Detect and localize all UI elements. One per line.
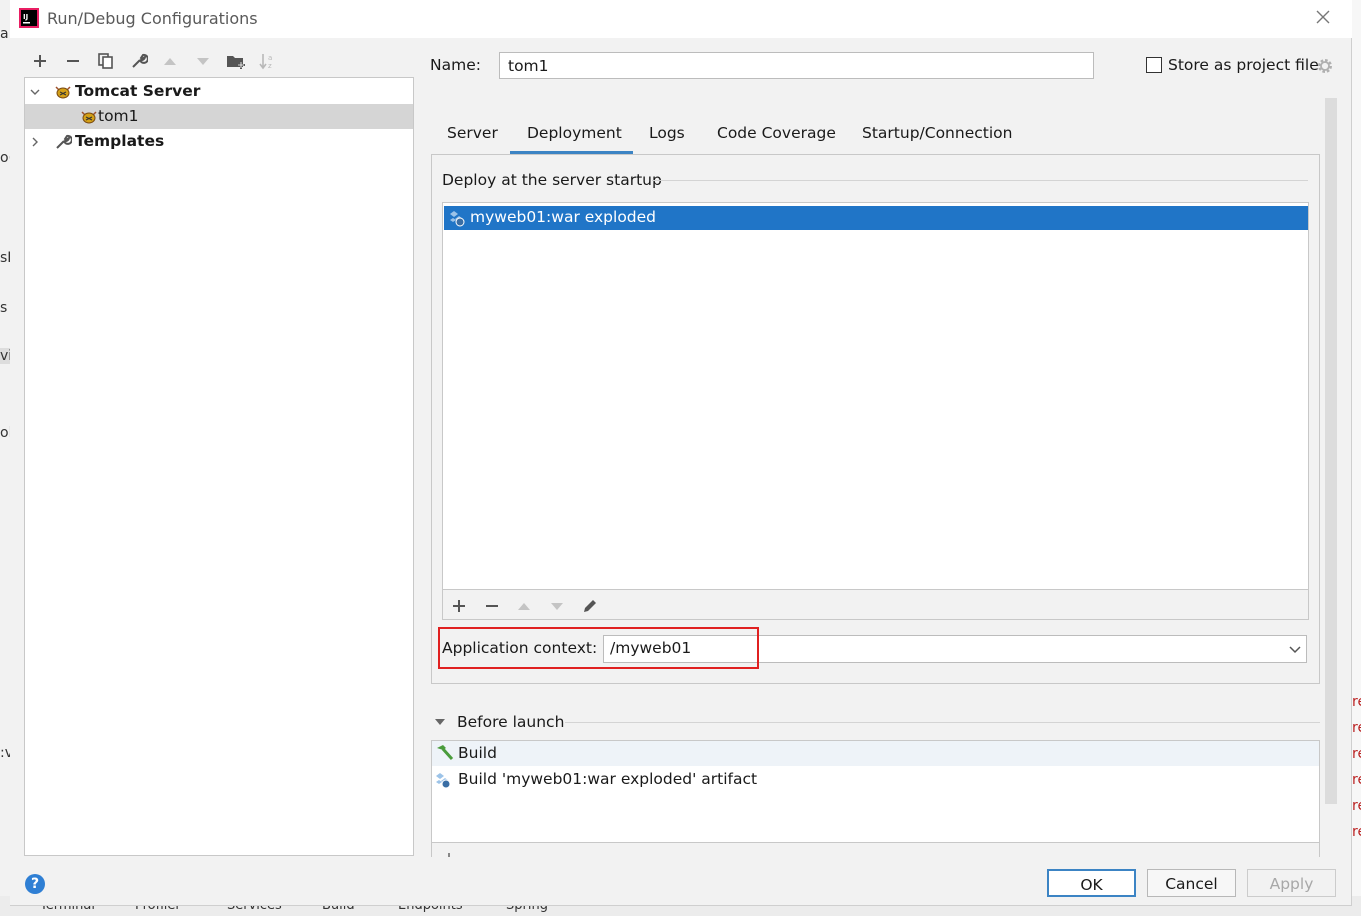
tree-node-templates[interactable]: Templates <box>25 129 413 154</box>
add-config-button[interactable] <box>29 50 51 72</box>
tab-server[interactable]: Server <box>447 124 498 154</box>
toolbar-icons-peek <box>448 853 450 857</box>
plus-icon <box>34 55 46 67</box>
tree-label: Templates <box>75 132 165 150</box>
pencil-icon <box>584 600 596 612</box>
sort-button[interactable]: az <box>257 50 279 72</box>
background-ide-left: a o( sD s vi ol :v <box>0 0 10 916</box>
ide-fragment: re <box>1352 746 1361 762</box>
ok-button[interactable]: OK <box>1047 869 1136 897</box>
ide-fragment: re <box>1352 694 1361 710</box>
tab-deployment[interactable]: Deployment <box>527 124 622 154</box>
svg-text:a: a <box>268 54 272 62</box>
window-title: Run/Debug Configurations <box>47 9 258 28</box>
move-artifact-down-button[interactable] <box>547 596 567 616</box>
ide-fragment: o( <box>0 150 10 166</box>
remove-artifact-button[interactable] <box>482 596 502 616</box>
artifact-icon <box>436 773 451 789</box>
tomcat-icon <box>55 86 71 99</box>
cancel-button[interactable]: Cancel <box>1147 869 1236 897</box>
ide-fragment: re <box>1352 720 1361 736</box>
before-launch-toolbar <box>431 843 1320 857</box>
close-icon <box>1316 10 1330 24</box>
new-folder-icon <box>227 56 245 69</box>
intellij-icon: IJ <box>19 8 39 28</box>
tree-label: tom1 <box>98 107 139 125</box>
chevron-down-icon[interactable] <box>1286 640 1304 658</box>
remove-config-button[interactable] <box>62 50 84 72</box>
wrench-icon <box>56 134 72 149</box>
deploy-artifact-list[interactable] <box>442 202 1309 590</box>
move-up-button[interactable] <box>159 50 181 72</box>
chevron-down-icon <box>30 89 40 95</box>
plus-icon <box>453 600 465 612</box>
gear-icon[interactable] <box>1316 57 1334 75</box>
chevron-right-icon <box>32 137 38 147</box>
ide-fragment: re <box>1352 772 1361 788</box>
task-label: Build 'myweb01:war exploded' artifact <box>458 770 758 788</box>
list-item[interactable]: Build <box>432 741 1319 766</box>
config-tree[interactable]: Tomcat Server tom1 Templates <box>24 77 414 856</box>
close-button[interactable] <box>1310 6 1336 32</box>
tree-node-tom1[interactable]: tom1 <box>25 104 413 129</box>
ide-fragment: ol <box>0 425 10 441</box>
sort-az-icon: az <box>259 54 272 70</box>
ide-fragment: sD <box>0 250 10 266</box>
separator <box>652 180 1308 181</box>
tab-code-coverage[interactable]: Code Coverage <box>717 124 836 154</box>
svg-text:IJ: IJ <box>23 13 28 21</box>
ide-fragment: re <box>1352 798 1361 814</box>
deploy-heading: Deploy at the server startup <box>442 171 662 189</box>
deploy-list-toolbar <box>442 590 1309 620</box>
apply-button[interactable]: Apply <box>1247 869 1336 897</box>
minus-icon <box>486 605 498 607</box>
copy-config-button[interactable] <box>95 50 117 72</box>
separator <box>565 722 1320 723</box>
copy-icon <box>98 53 113 69</box>
add-artifact-button[interactable] <box>449 596 469 616</box>
svg-text:z: z <box>268 62 272 70</box>
new-folder-button[interactable] <box>225 50 247 72</box>
list-item[interactable]: myweb01:war exploded <box>444 206 1308 230</box>
ide-fragment: a <box>0 26 9 42</box>
artifact-label: myweb01:war exploded <box>470 208 657 226</box>
move-down-button[interactable] <box>192 50 214 72</box>
ide-fragment: s <box>0 300 8 316</box>
minus-icon <box>67 60 79 62</box>
wrench-icon <box>132 53 148 68</box>
arrow-down-icon <box>551 603 563 610</box>
name-field[interactable] <box>499 52 1094 79</box>
task-label: Build <box>458 744 497 762</box>
artifact-icon <box>450 211 465 227</box>
tab-startup-connection[interactable]: Startup/Connection <box>862 124 1012 154</box>
hammer-icon <box>437 745 454 761</box>
ide-fragment: re <box>1352 824 1361 840</box>
tab-logs[interactable]: Logs <box>649 124 685 154</box>
arrow-down-icon <box>197 58 209 65</box>
help-button[interactable]: ? <box>25 874 45 894</box>
tree-label: Tomcat Server <box>75 82 201 100</box>
scrollbar-thumb[interactable] <box>1325 98 1337 804</box>
ide-fragment: :v <box>0 745 10 761</box>
list-item[interactable]: Build 'myweb01:war exploded' artifact <box>432 767 1319 792</box>
move-artifact-up-button[interactable] <box>514 596 534 616</box>
background-ide-right: re re re re re re <box>1352 0 1361 916</box>
arrow-up-icon <box>164 58 176 65</box>
name-label: Name: <box>430 56 481 74</box>
store-as-project-file-checkbox[interactable] <box>1146 57 1162 73</box>
collapse-triangle-icon[interactable] <box>434 716 446 728</box>
tomcat-icon <box>81 111 97 124</box>
edit-artifact-button[interactable] <box>580 596 600 616</box>
annotation-highlight-box <box>438 627 759 669</box>
ide-fragment: vi <box>0 348 10 364</box>
store-as-project-file-label[interactable]: Store as project file <box>1168 56 1319 74</box>
tree-node-tomcat-server[interactable]: Tomcat Server <box>25 79 413 104</box>
edit-defaults-button[interactable] <box>128 50 150 72</box>
before-launch-heading[interactable]: Before launch <box>457 713 564 731</box>
arrow-up-icon <box>518 603 530 610</box>
